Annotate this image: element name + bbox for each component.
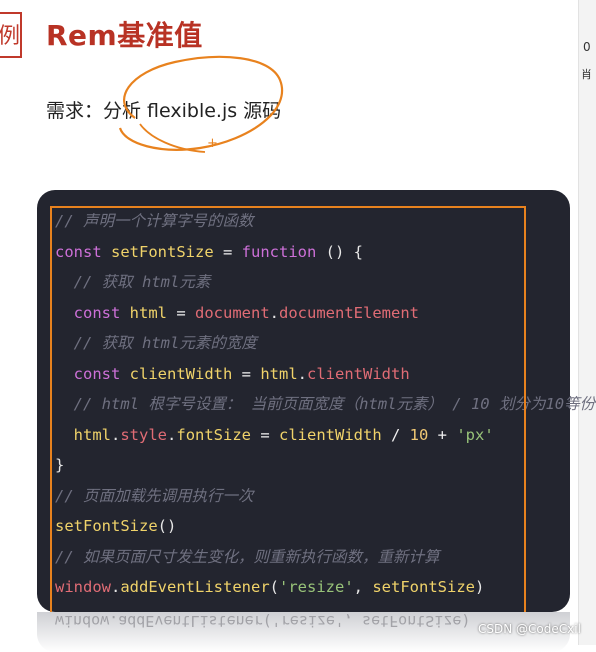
side-panel-char: 肖 xyxy=(581,68,592,81)
svg-text:+: + xyxy=(207,136,218,151)
highlight-rectangle xyxy=(50,206,526,622)
watermark: CSDN @CodeCxil xyxy=(478,622,581,636)
side-panel-char: 0 xyxy=(583,40,591,54)
